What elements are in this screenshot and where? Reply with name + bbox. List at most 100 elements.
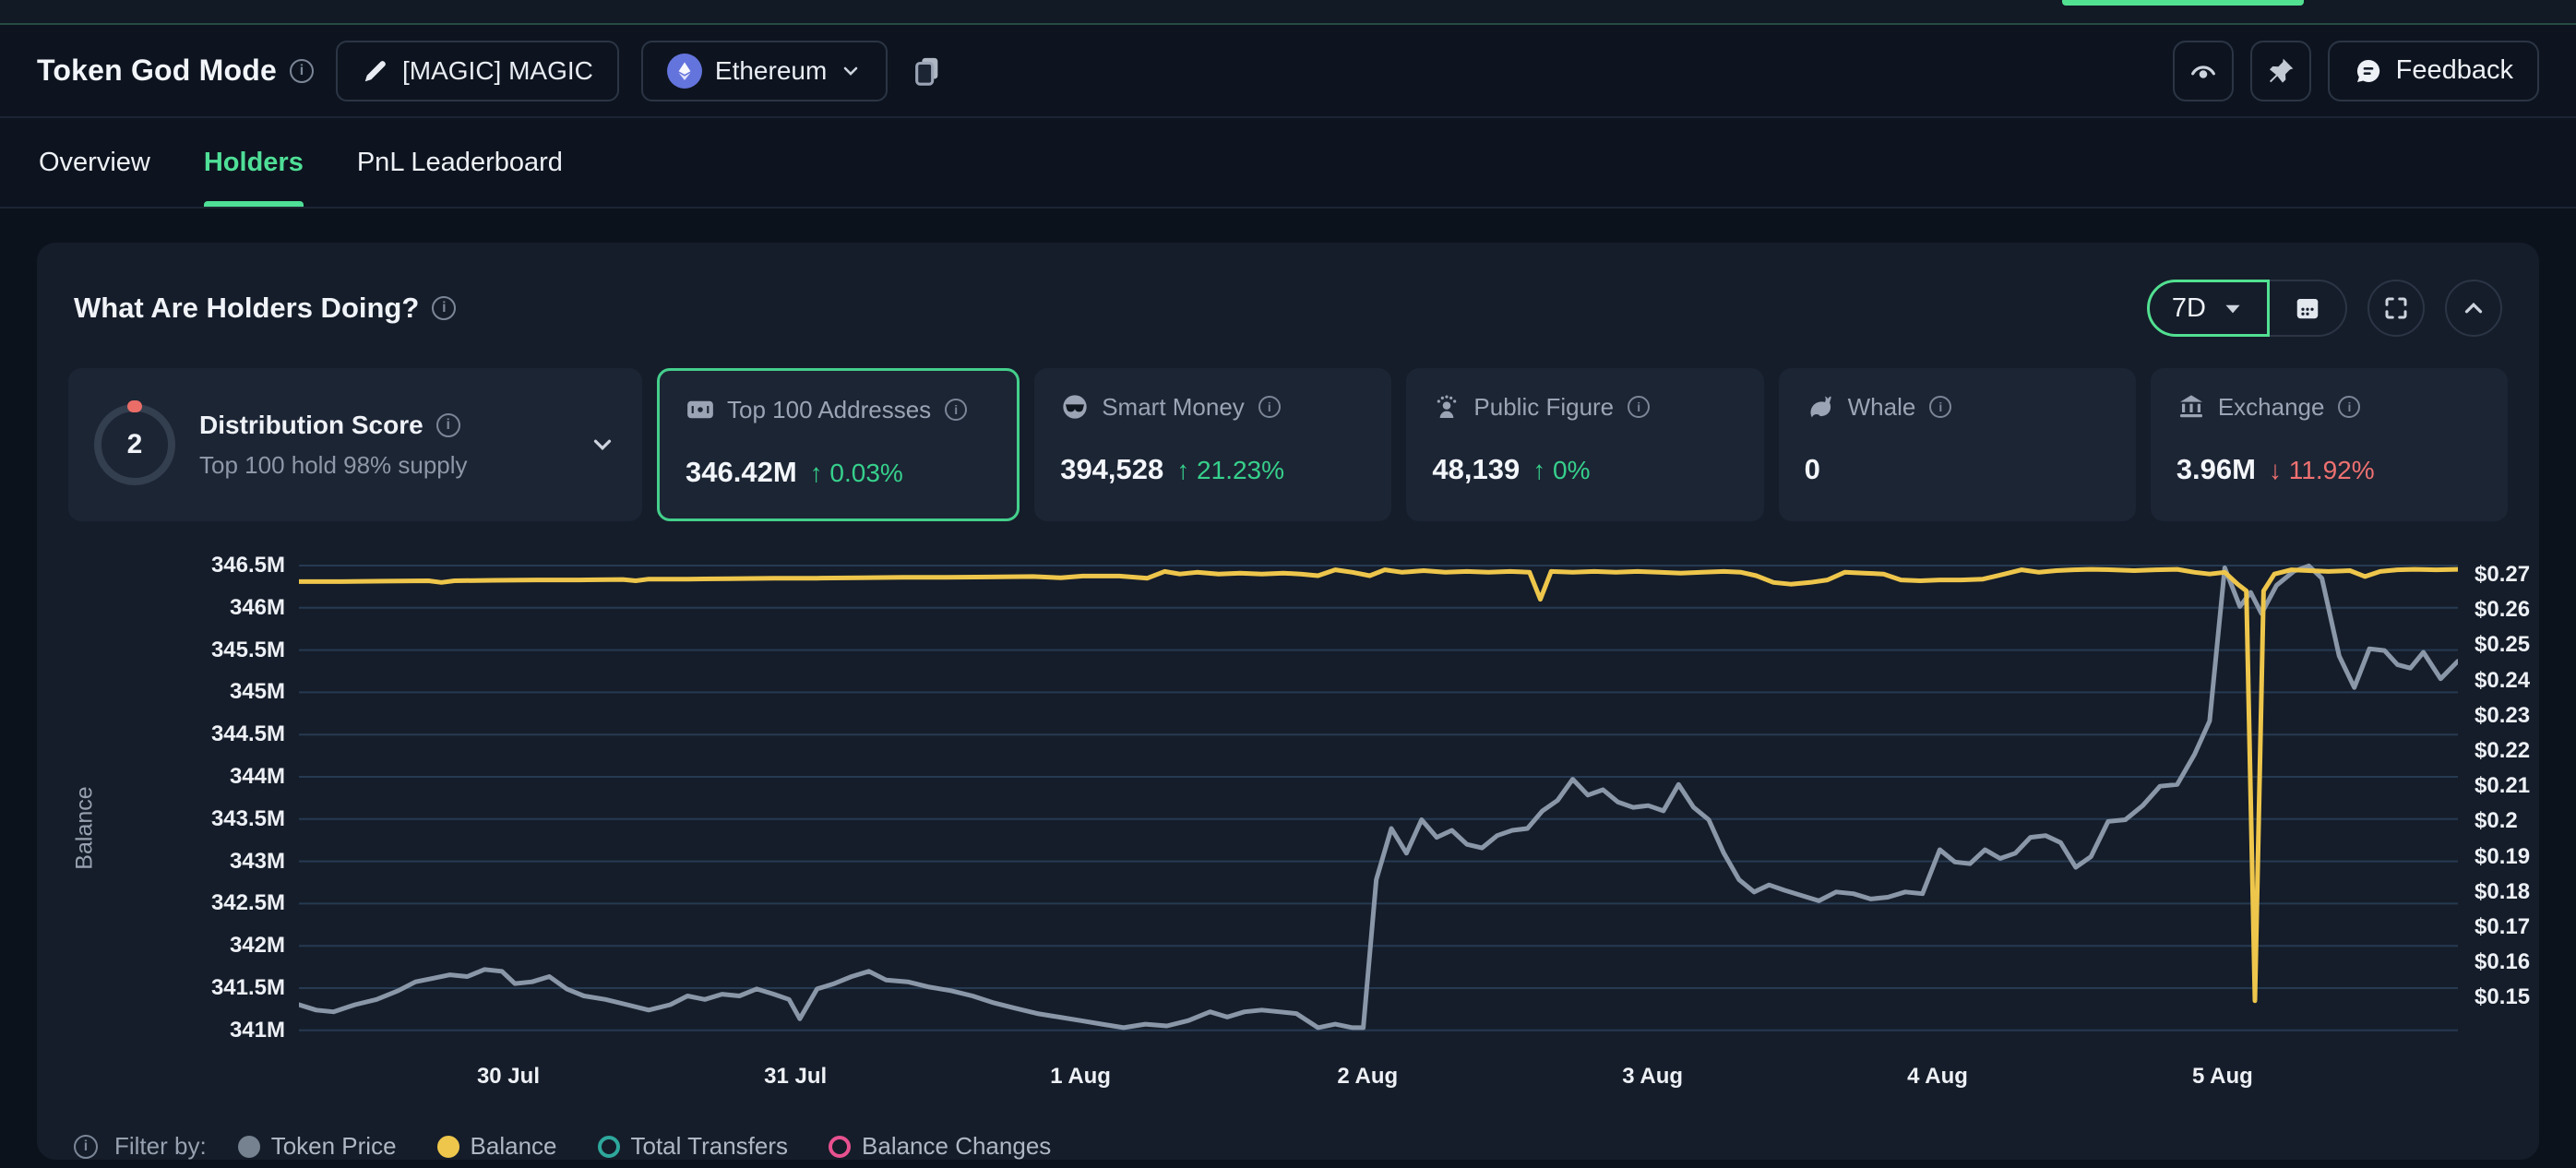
info-icon[interactable] <box>2338 396 2360 418</box>
chat-icon <box>2354 56 2383 86</box>
card-title: Top 100 Addresses <box>727 396 931 424</box>
legend-item-balance-changes[interactable]: Balance Changes <box>829 1132 1051 1161</box>
info-icon[interactable] <box>1258 396 1281 418</box>
info-icon[interactable] <box>290 59 314 83</box>
range-value: 7D <box>2172 293 2206 324</box>
tab-overview[interactable]: Overview <box>39 118 150 207</box>
info-icon[interactable] <box>945 399 967 421</box>
chevron-down-icon[interactable] <box>589 431 616 459</box>
balance-axis-tick: 341.5M <box>68 975 285 1001</box>
legend-swatch <box>238 1136 260 1158</box>
public-figure-icon <box>1432 392 1461 422</box>
card-public-figure[interactable]: Public Figure 48,139 ↑ 0% <box>1406 368 1763 521</box>
balance-axis-tick: 343.5M <box>68 806 285 832</box>
panel-info-icon[interactable] <box>432 296 456 320</box>
bank-icon <box>2176 392 2206 422</box>
info-icon[interactable] <box>436 413 460 437</box>
legend-item-total-transfers[interactable]: Total Transfers <box>598 1132 789 1161</box>
holder-stat-cards: 2 Distribution Score Top 100 hold 98% su… <box>68 368 2508 521</box>
distribution-score-value: 2 <box>127 429 143 460</box>
price-axis-tick: $0.15 <box>2475 984 2530 1010</box>
info-icon <box>74 1135 98 1159</box>
watch-button[interactable] <box>2173 41 2234 101</box>
legend-item-token-price[interactable]: Token Price <box>238 1132 397 1161</box>
legend-label: Token Price <box>271 1132 397 1161</box>
chevron-down-icon <box>2221 296 2245 320</box>
chevron-up-icon <box>2460 294 2487 322</box>
price-axis-tick: $0.25 <box>2475 632 2530 658</box>
range-selector[interactable]: 7D <box>2147 280 2270 337</box>
card-distribution-score[interactable]: 2 Distribution Score Top 100 hold 98% su… <box>68 368 642 521</box>
price-axis-tick: $0.27 <box>2475 562 2530 588</box>
series-token-price <box>299 566 2458 1028</box>
calendar-button[interactable] <box>2270 280 2347 337</box>
card-change: ↑ 0.03% <box>810 459 903 488</box>
balance-axis-tick: 345.5M <box>68 638 285 663</box>
date-axis-tick: 3 Aug <box>1622 1064 1683 1090</box>
chart-filter-row: Filter by: Token Price Balance Total Tra… <box>68 1132 2508 1161</box>
price-axis-tick: $0.19 <box>2475 844 2530 870</box>
card-value: 3.96M <box>2176 453 2256 486</box>
price-axis-tick: $0.16 <box>2475 949 2530 975</box>
price-axis-tick: $0.23 <box>2475 703 2530 729</box>
pin-icon <box>2266 56 2296 86</box>
price-axis-tick: $0.2 <box>2475 808 2518 834</box>
pin-button[interactable] <box>2250 41 2311 101</box>
date-axis-tick: 4 Aug <box>1907 1064 1968 1090</box>
holders-chart[interactable]: Balance Token Price 346.5M346M345.5M345M… <box>68 558 2508 1112</box>
card-value: 0 <box>1805 453 1820 486</box>
card-value: 394,528 <box>1060 453 1163 486</box>
info-icon[interactable] <box>1929 396 1951 418</box>
card-change: ↑ 21.23% <box>1176 456 1284 485</box>
legend-swatch <box>829 1136 851 1158</box>
collapse-button[interactable] <box>2445 280 2502 337</box>
chart-plot-area[interactable] <box>299 558 2458 1047</box>
ethereum-icon <box>667 54 702 89</box>
info-icon[interactable] <box>1628 396 1650 418</box>
page-title: Token God Mode <box>37 54 277 88</box>
balance-axis-tick: 346M <box>68 595 285 621</box>
gauge-indicator-dot <box>127 400 142 412</box>
legend-label: Total Transfers <box>631 1132 789 1161</box>
card-title: Public Figure <box>1473 393 1614 422</box>
token-select-button[interactable]: [MAGIC] MAGIC <box>336 41 619 101</box>
card-top-100-addresses[interactable]: Top 100 Addresses 346.42M ↑ 0.03% <box>657 368 1020 521</box>
card-smart-money[interactable]: Smart Money 394,528 ↑ 21.23% <box>1034 368 1391 521</box>
copy-address-icon[interactable] <box>912 54 943 89</box>
price-axis-tick: $0.26 <box>2475 597 2530 623</box>
card-whale[interactable]: Whale 0 <box>1779 368 2136 521</box>
card-title: Exchange <box>2218 393 2325 422</box>
card-exchange[interactable]: Exchange 3.96M ↓ 11.92% <box>2151 368 2508 521</box>
legend-item-balance[interactable]: Balance <box>437 1132 557 1161</box>
tab-pnl-leaderboard[interactable]: PnL Leaderboard <box>357 118 563 207</box>
date-axis-tick: 31 Jul <box>764 1064 827 1090</box>
panel-header: What Are Holders Doing? 7D <box>68 274 2508 337</box>
card-value: 48,139 <box>1432 453 1520 486</box>
fullscreen-button[interactable] <box>2367 280 2425 337</box>
balance-axis-tick: 345M <box>68 679 285 705</box>
distribution-score-subtitle: Top 100 hold 98% supply <box>199 451 565 480</box>
panel-title: What Are Holders Doing? <box>74 292 419 325</box>
holders-panel: What Are Holders Doing? 7D <box>37 243 2539 1160</box>
feedback-label: Feedback <box>2396 55 2513 86</box>
top-progress-bar <box>2062 0 2304 6</box>
tab-holders[interactable]: Holders <box>204 118 304 207</box>
top-strip <box>0 0 2576 25</box>
legend-swatch <box>598 1136 620 1158</box>
token-select-label: [MAGIC] MAGIC <box>402 56 593 86</box>
chevron-down-icon <box>840 60 862 82</box>
date-axis-tick: 30 Jul <box>477 1064 540 1090</box>
price-axis-tick: $0.18 <box>2475 879 2530 905</box>
fullscreen-icon <box>2382 294 2410 322</box>
distribution-score-gauge: 2 <box>94 404 175 485</box>
price-axis-tick: $0.22 <box>2475 738 2530 764</box>
feedback-button[interactable]: Feedback <box>2328 41 2539 101</box>
card-change: ↓ 11.92% <box>2269 456 2375 485</box>
series-balance <box>299 569 2458 1001</box>
price-axis-tick: $0.21 <box>2475 773 2530 799</box>
tab-bar: Overview Holders PnL Leaderboard <box>0 118 2576 209</box>
card-title: Smart Money <box>1102 393 1245 422</box>
legend-label: Balance Changes <box>862 1132 1051 1161</box>
balance-axis-tick: 343M <box>68 849 285 875</box>
chain-select[interactable]: Ethereum <box>641 41 888 101</box>
